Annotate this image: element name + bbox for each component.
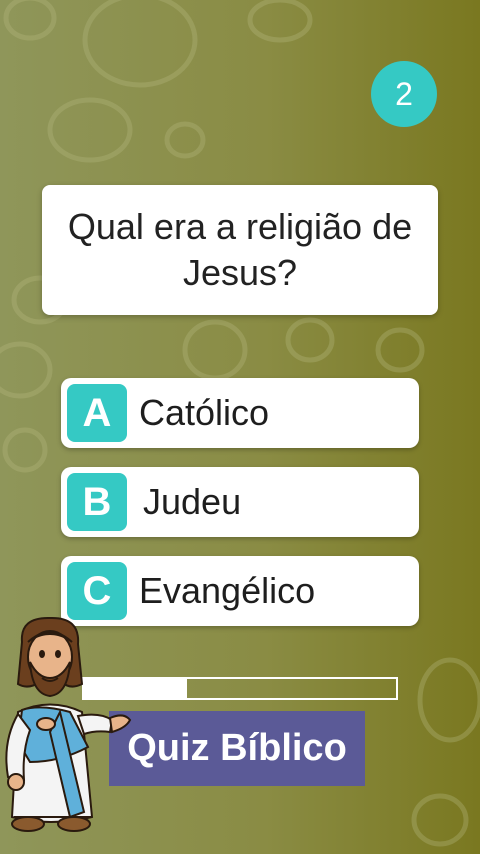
option-b-button[interactable]: B Judeu: [61, 467, 419, 537]
option-a-label: Católico: [139, 392, 270, 433]
option-a-letter: A: [67, 384, 127, 442]
question-counter: 2: [371, 61, 437, 127]
quiz-title-banner: Quiz Bíblico: [109, 711, 365, 786]
jesus-character-icon: [5, 616, 132, 832]
question-card: Qual era a religião de Jesus?: [42, 185, 438, 315]
option-c-label: Evangélico: [139, 570, 316, 611]
option-b-label: Judeu: [143, 481, 242, 522]
question-text: Qual era a religião de Jesus?: [67, 206, 413, 293]
option-b-letter: B: [67, 473, 127, 531]
option-a-button[interactable]: A Católico: [61, 378, 419, 448]
quiz-title: Quiz Bíblico: [127, 727, 347, 769]
